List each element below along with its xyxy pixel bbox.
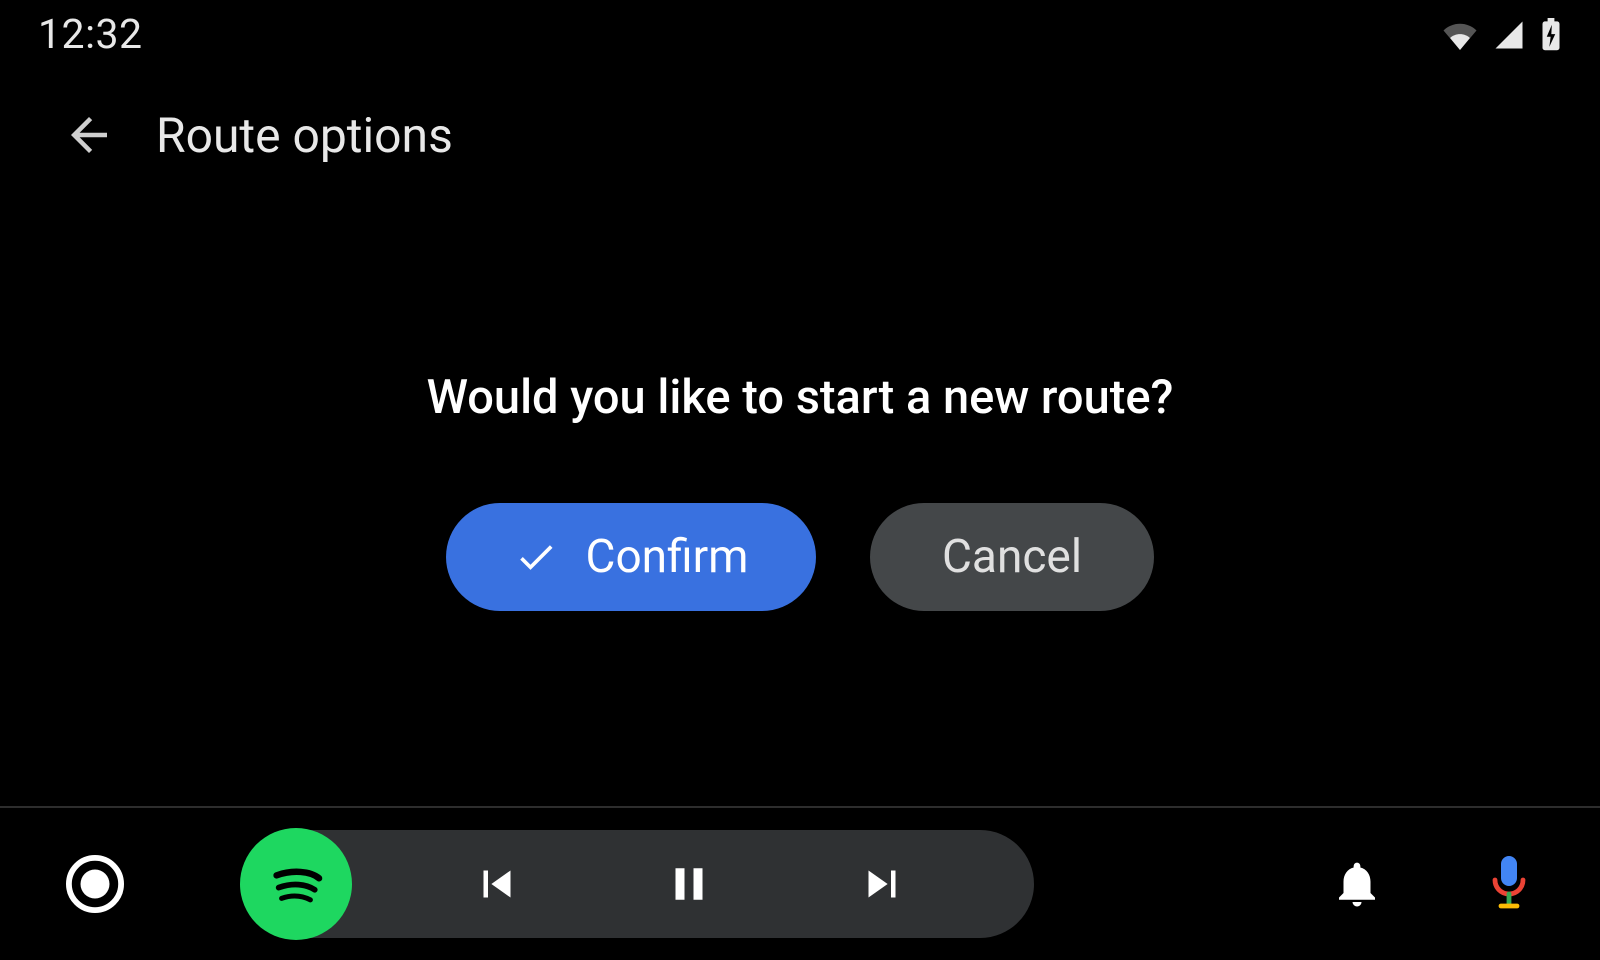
notifications-button[interactable] [1330,857,1384,911]
home-button[interactable] [66,855,124,913]
back-button[interactable] [62,108,116,162]
dialog-prompt: Would you like to start a new route? [427,370,1174,425]
dialog-buttons: Confirm Cancel [446,503,1154,611]
check-icon [514,535,558,579]
spotify-icon[interactable] [240,828,352,940]
cancel-button[interactable]: Cancel [870,503,1154,611]
pause-button[interactable] [649,844,729,924]
status-bar: 12:32 [0,0,1600,70]
dialog-content: Would you like to start a new route? Con… [0,370,1600,611]
skip-previous-button[interactable] [457,844,537,924]
status-clock: 12:32 [38,11,143,59]
confirm-button[interactable]: Confirm [446,503,816,611]
screen-header: Route options [0,95,1600,175]
bottom-bar [0,808,1600,960]
status-icons [1442,18,1562,52]
confirm-label: Confirm [586,530,749,584]
wifi-icon [1442,20,1478,50]
page-title: Route options [156,107,453,164]
skip-next-button[interactable] [842,844,922,924]
cell-signal-icon [1492,20,1526,50]
voice-assistant-button[interactable] [1484,854,1534,914]
cancel-label: Cancel [942,530,1082,584]
media-control-bar [244,830,1034,938]
battery-charging-icon [1540,18,1562,52]
